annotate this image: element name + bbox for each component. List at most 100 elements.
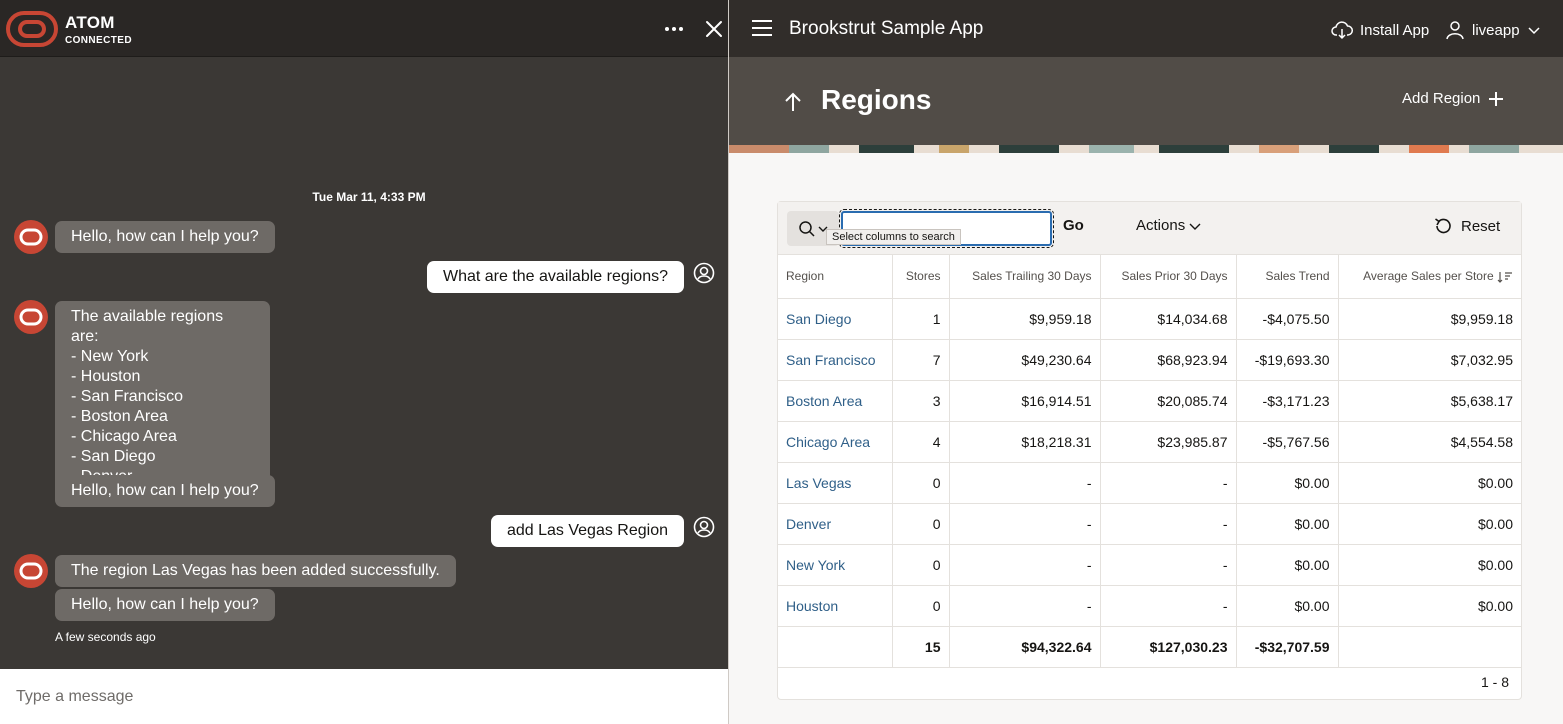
total-cell xyxy=(778,626,893,668)
table-row: Las Vegas 0- - $0.00 $0.00 xyxy=(778,462,1521,504)
close-icon[interactable] xyxy=(703,18,725,40)
install-app-button[interactable]: Install App xyxy=(1331,16,1429,44)
table-row: San Francisco 7 $49,230.64 $68,923.94 -$19,6… xyxy=(778,339,1521,381)
table-cell: - xyxy=(949,462,1101,504)
search-tooltip: Select columns to search xyxy=(826,229,961,245)
reset-label: Reset xyxy=(1461,217,1501,235)
table-row: San Diego 1 $9,959.18 $14,034.68 -$4,075.50 $… xyxy=(778,298,1521,340)
region-link[interactable]: San Diego xyxy=(786,311,851,327)
region-cell: Boston Area xyxy=(778,380,893,422)
decorative-banner xyxy=(729,145,1563,153)
search-icon xyxy=(799,220,815,237)
table-cell: -$4,075.50 xyxy=(1236,298,1339,340)
table-cell: $16,914.51 xyxy=(949,380,1101,422)
region-link[interactable]: New York xyxy=(786,557,845,573)
regions-table: Region Stores Sales Trailing 30 Days Sal… xyxy=(778,255,1521,668)
bot-avatar-icon xyxy=(14,220,48,254)
table-cell: - xyxy=(1100,585,1237,627)
total-cell: -$32,707.59 xyxy=(1236,626,1339,668)
app-panel: Brookstrut Sample App Install App liveap… xyxy=(728,0,1563,724)
add-region-button[interactable]: Add Region xyxy=(1402,90,1504,107)
table-cell: $0.00 xyxy=(1338,585,1521,627)
total-cell: $94,322.64 xyxy=(949,626,1101,668)
hamburger-menu-icon[interactable] xyxy=(751,18,773,38)
region-cell: San Francisco xyxy=(778,339,893,381)
table-cell: - xyxy=(1100,544,1237,586)
arrow-up-icon[interactable] xyxy=(781,90,805,114)
region-cell: San Diego xyxy=(778,298,893,340)
table-cell: - xyxy=(949,503,1101,545)
region-link[interactable]: Denver xyxy=(786,516,831,532)
user-menu-button[interactable]: liveapp xyxy=(1445,16,1541,44)
chat-input-bar xyxy=(0,669,728,724)
table-cell: - xyxy=(1100,462,1237,504)
bot-avatar-icon xyxy=(14,300,48,334)
table-cell: $0.00 xyxy=(1236,544,1339,586)
user-icon xyxy=(1446,21,1464,40)
total-cell: $127,030.23 xyxy=(1100,626,1237,668)
table-cell: $18,218.31 xyxy=(949,421,1101,463)
region-cell: New York xyxy=(778,544,893,586)
column-header-sales-trend[interactable]: Sales Trend xyxy=(1236,255,1339,299)
plus-icon xyxy=(1489,91,1504,106)
region-cell: Chicago Area xyxy=(778,421,893,463)
more-horizontal-icon[interactable] xyxy=(662,17,686,41)
install-app-label: Install App xyxy=(1360,21,1430,39)
app-title: Brookstrut Sample App xyxy=(789,18,984,39)
table-header-row: Region Stores Sales Trailing 30 Days Sal… xyxy=(778,255,1521,299)
table-row: Chicago Area 4 $18,218.31 $23,985.87 -$5,767… xyxy=(778,421,1521,463)
table-cell: - xyxy=(949,544,1101,586)
total-cell: 15 xyxy=(892,626,950,668)
column-header-sales-trailing[interactable]: Sales Trailing 30 Days xyxy=(949,255,1101,299)
table-cell: 0 xyxy=(892,544,950,586)
chevron-down-icon xyxy=(1189,223,1201,230)
region-link[interactable]: Houston xyxy=(786,598,838,614)
chat-message-user: add Las Vegas Region xyxy=(490,515,684,547)
table-cell: 3 xyxy=(892,380,950,422)
chat-message-user: What are the available regions? xyxy=(426,261,684,293)
table-cell: -$3,171.23 xyxy=(1236,380,1339,422)
table-cell: $7,032.95 xyxy=(1338,339,1521,381)
chat-message-input[interactable] xyxy=(16,682,706,712)
chevron-down-icon xyxy=(1528,27,1540,35)
table-cell: 1 xyxy=(892,298,950,340)
column-header-average-sales[interactable]: Average Sales per Store xyxy=(1338,255,1521,299)
table-cell: $68,923.94 xyxy=(1100,339,1237,381)
actions-menu-button[interactable]: Actions xyxy=(1136,217,1201,234)
table-row: New York 0- - $0.00 $0.00 xyxy=(778,544,1521,586)
atom-logo-icon xyxy=(6,11,58,47)
column-header-sales-prior[interactable]: Sales Prior 30 Days xyxy=(1100,255,1237,299)
table-row: Denver 0- - $0.00 $0.00 xyxy=(778,503,1521,545)
table-cell: $5,638.17 xyxy=(1338,380,1521,422)
page-title: Regions xyxy=(821,84,932,115)
column-header-region[interactable]: Region xyxy=(778,255,893,299)
table-cell: 0 xyxy=(892,585,950,627)
table-cell: 0 xyxy=(892,503,950,545)
actions-label: Actions xyxy=(1136,217,1186,234)
region-link[interactable]: Boston Area xyxy=(786,393,862,409)
bot-avatar-icon xyxy=(14,554,48,588)
total-cell xyxy=(1338,626,1521,668)
go-button[interactable]: Go xyxy=(1063,217,1084,234)
table-cell: - xyxy=(949,585,1101,627)
table-row: Boston Area 3 $16,914.51 $20,085.74 -$3,171.… xyxy=(778,380,1521,422)
region-cell: Denver xyxy=(778,503,893,545)
table-cell: 0 xyxy=(892,462,950,504)
column-header-average-sales-label: Average Sales per Store xyxy=(1363,269,1494,284)
reset-icon xyxy=(1435,218,1451,234)
user-avatar-icon xyxy=(693,262,715,284)
table-row: Houston 0- - $0.00 $0.00 xyxy=(778,585,1521,627)
region-link[interactable]: San Francisco xyxy=(786,352,875,368)
reset-button[interactable]: Reset xyxy=(1433,216,1500,236)
chat-message-bot: Hello, how can I help you? xyxy=(55,221,275,253)
interactive-report: Select columns to search Go Actions Rese… xyxy=(777,201,1522,700)
chat-date-divider: Tue Mar 11, 4:33 PM xyxy=(312,190,426,204)
chat-message-bot: The available regions are: - New York - … xyxy=(55,301,270,493)
table-cell: $20,085.74 xyxy=(1100,380,1237,422)
region-link[interactable]: Las Vegas xyxy=(786,475,851,491)
column-header-stores[interactable]: Stores xyxy=(892,255,950,299)
table-cell: $9,959.18 xyxy=(1338,298,1521,340)
report-toolbar: Select columns to search Go Actions Rese… xyxy=(778,202,1521,255)
region-link[interactable]: Chicago Area xyxy=(786,434,870,450)
table-cell: $49,230.64 xyxy=(949,339,1101,381)
